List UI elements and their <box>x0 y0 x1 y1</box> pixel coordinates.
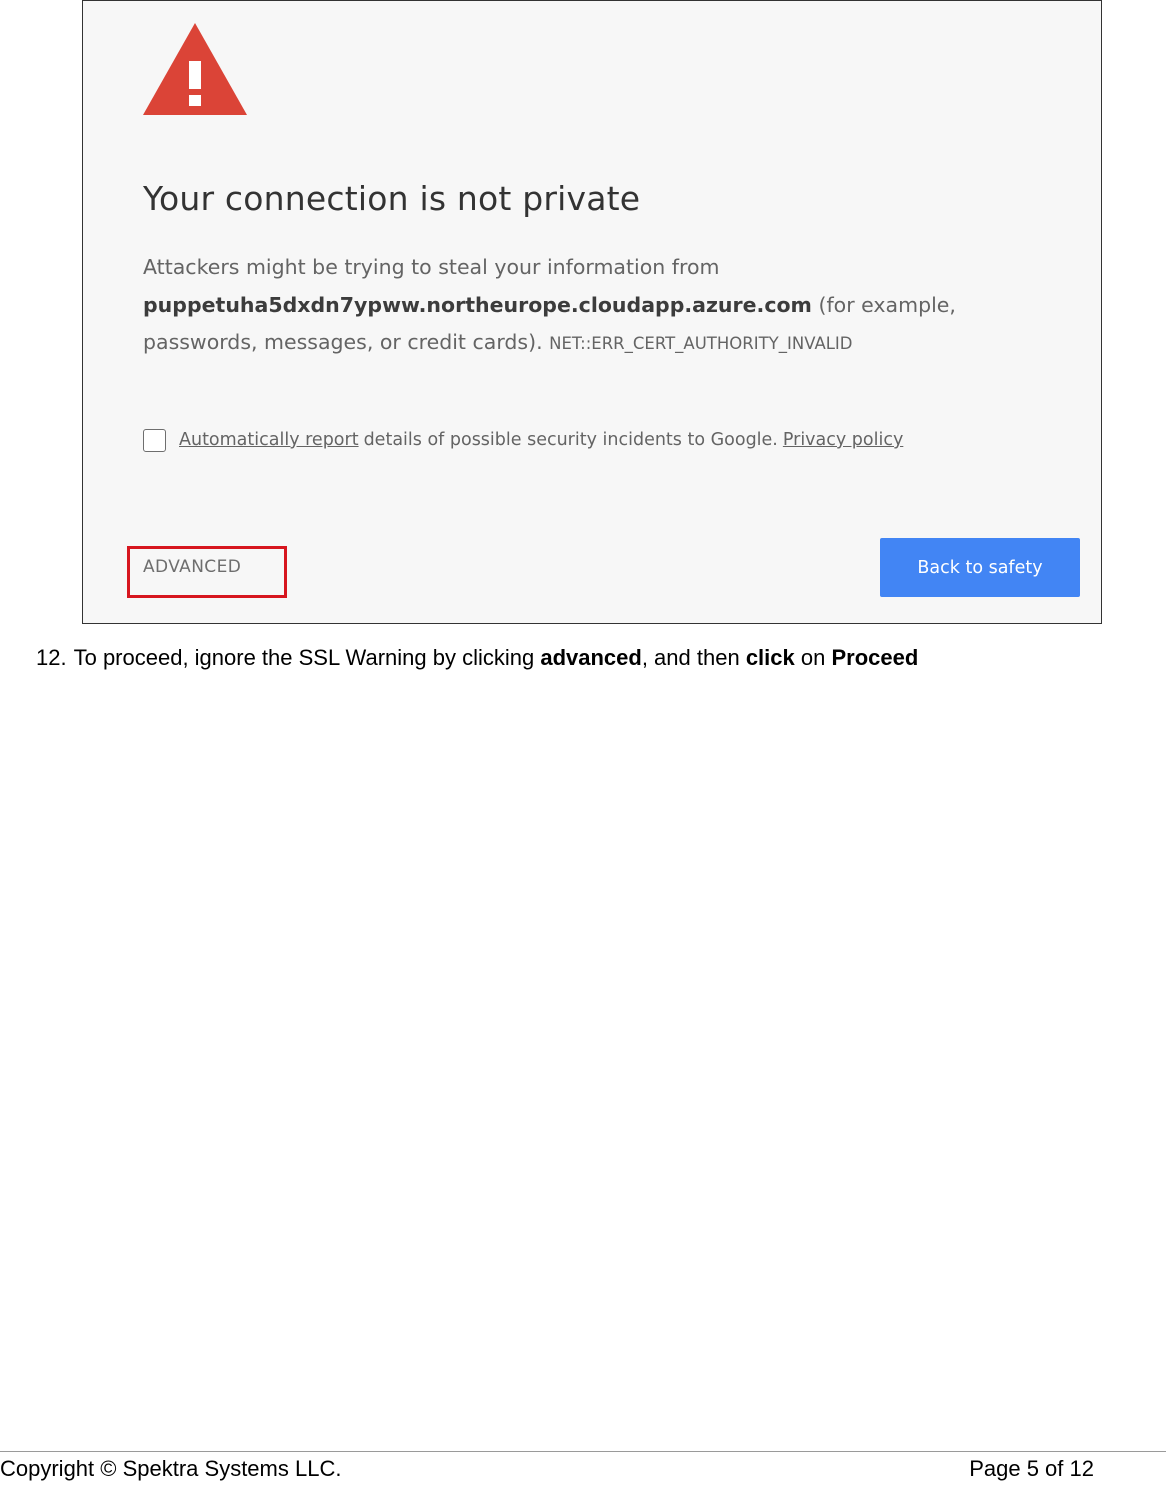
footer-page-number: Page 5 of 12 <box>969 1456 1094 1481</box>
instruction-step: 12. To proceed, ignore the SSL Warning by… <box>36 645 918 671</box>
footer-divider <box>0 1451 1166 1452</box>
back-to-safety-button[interactable]: Back to safety <box>880 538 1080 597</box>
step-advanced: advanced <box>540 645 642 670</box>
step-number: 12. <box>36 645 67 670</box>
error-code: NET::ERR_CERT_AUTHORITY_INVALID <box>549 334 853 353</box>
report-row: Automatically report details of possible… <box>143 425 903 455</box>
report-text: details of possible security incidents t… <box>363 430 778 450</box>
automatically-report-link[interactable]: Automatically report <box>179 430 359 450</box>
step-text-mid: , and then <box>641 645 746 670</box>
browser-warning-screenshot: Your connection is not private Attackers… <box>82 0 1102 624</box>
warning-message: Attackers might be trying to steal your … <box>143 249 1073 363</box>
report-checkbox[interactable] <box>143 428 166 452</box>
page-title: Your connection is not private <box>143 179 641 218</box>
message-line1: Attackers might be trying to steal your … <box>143 255 720 279</box>
privacy-policy-link[interactable]: Privacy policy <box>783 430 903 450</box>
step-click: click <box>745 645 795 670</box>
step-text-mid2: on <box>794 645 832 670</box>
step-proceed: Proceed <box>831 645 919 670</box>
footer-copyright: Copyright © Spektra Systems LLC. <box>0 1456 342 1481</box>
advanced-button[interactable]: ADVANCED <box>143 557 241 577</box>
host-name: puppetuha5dxdn7ypww.northeurope.cloudapp… <box>143 292 812 317</box>
step-text: To proceed, ignore the SSL Warning by cl… <box>73 645 541 670</box>
warning-triangle-icon <box>143 23 247 115</box>
